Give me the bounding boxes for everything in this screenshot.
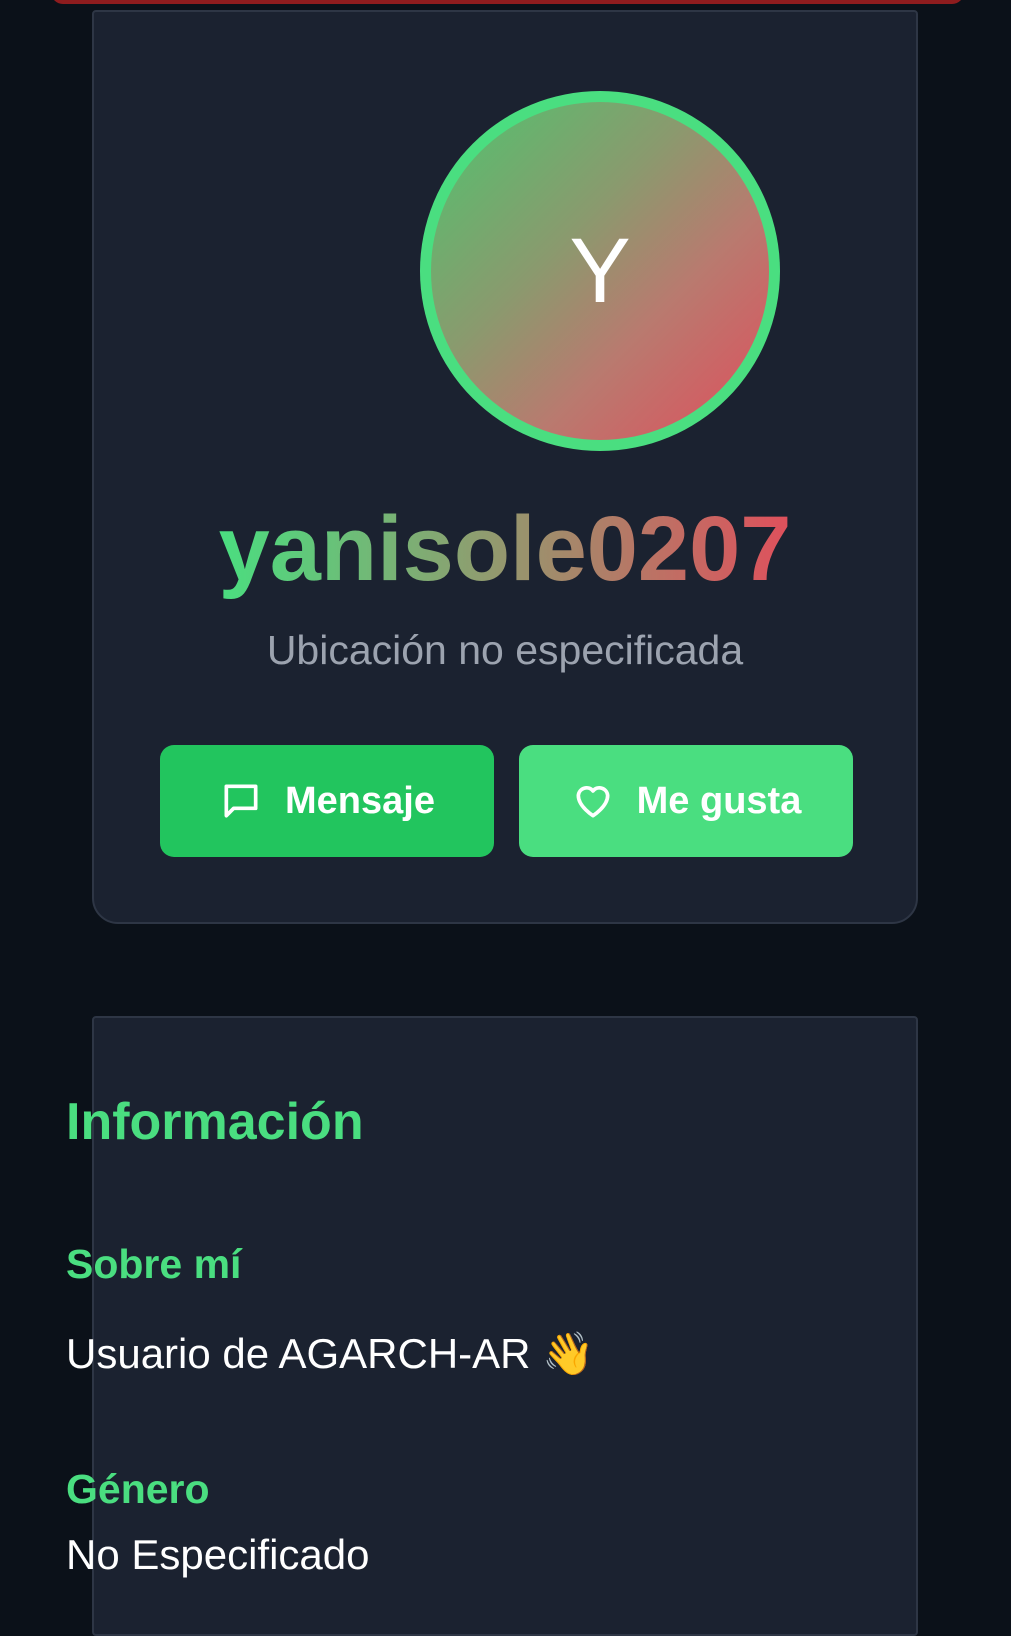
message-button[interactable]: Mensaje: [160, 745, 494, 857]
location: Ubicación no especificada: [266, 627, 744, 673]
like-button[interactable]: Me gusta: [519, 745, 853, 857]
about-value: Usuario de AGARCH-AR 👋: [66, 1330, 595, 1377]
avatar-initial: Y: [431, 102, 769, 440]
message-label: Mensaje: [285, 779, 435, 822]
about-label: Sobre mí: [66, 1241, 242, 1287]
chat-bubble-icon: [224, 784, 258, 818]
alert-bar: [51, 0, 964, 4]
heart-icon: [576, 786, 610, 818]
profile-card: Y yanisole0207 Ubicación no especificada…: [92, 10, 918, 924]
username: yanisole0207: [218, 498, 792, 600]
gender-value: No Especificado: [66, 1531, 370, 1578]
gender-label: Género: [66, 1466, 210, 1512]
like-label: Me gusta: [636, 779, 802, 822]
info-title: Información: [66, 1093, 364, 1151]
avatar: Y: [420, 91, 780, 451]
